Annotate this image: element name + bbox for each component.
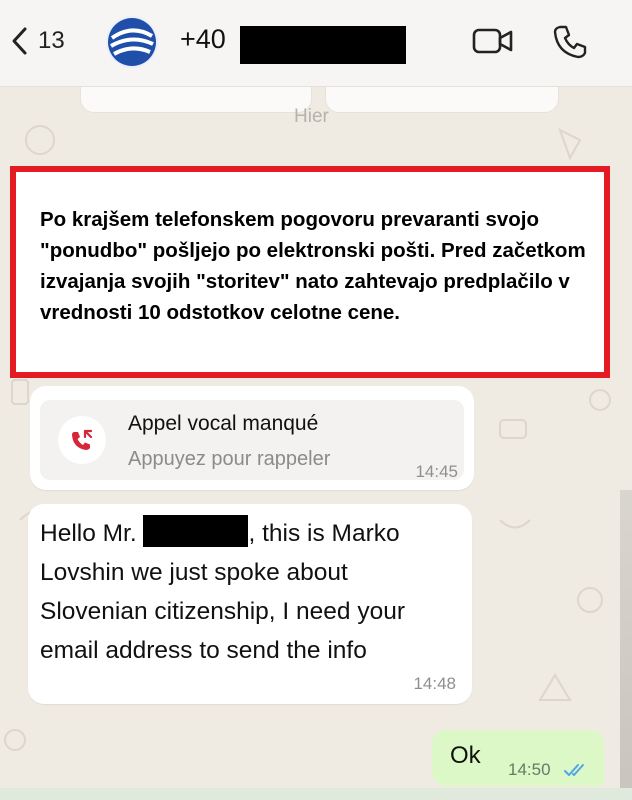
avatar-logo: [108, 18, 156, 66]
message-timestamp: 14:45: [415, 462, 458, 481]
missed-call-title: Appel vocal manqué: [128, 412, 319, 435]
notice-text: Po krajšem telefonskem pogovoru prevaran…: [40, 208, 586, 324]
contact-number[interactable]: +40: [180, 24, 226, 55]
missed-call-icon-wrap: [58, 416, 106, 464]
message-timestamp: 14:50: [508, 760, 551, 779]
phone-icon[interactable]: [552, 24, 588, 60]
video-call-icon[interactable]: [472, 24, 514, 58]
message-timestamp: 14:48: [413, 674, 456, 693]
incoming-message[interactable]: Hello Mr. , this is Marko Lovshin we jus…: [28, 504, 472, 704]
missed-call-subtitle[interactable]: Appuyez pour rappeler: [128, 448, 330, 471]
message-text: Ok: [450, 742, 481, 769]
date-divider: Hier: [294, 106, 329, 127]
warning-notice: Po krajšem telefonskem pogovoru prevaran…: [10, 166, 610, 378]
message-text: Hello Mr. , this is Marko Lovshin we jus…: [40, 514, 460, 670]
unread-count: 13: [38, 27, 65, 54]
bottom-edge: [0, 788, 632, 800]
chat-header: 13 +40: [0, 0, 632, 87]
outgoing-message[interactable]: Ok 14:50: [432, 730, 604, 786]
missed-call-card[interactable]: Appel vocal manqué Appuyez pour rappeler: [40, 400, 464, 480]
contact-avatar[interactable]: [106, 16, 158, 68]
double-check-icon: [564, 764, 584, 776]
partial-button-left[interactable]: [80, 86, 312, 113]
redaction-bar: [240, 26, 406, 64]
message-text-part: Hello Mr.: [40, 520, 137, 547]
back-chevron-icon[interactable]: [10, 26, 28, 56]
redaction-bar: [143, 515, 249, 547]
back-button[interactable]: 13: [10, 26, 65, 56]
partial-button-right[interactable]: [325, 86, 559, 113]
scrollbar[interactable]: [620, 490, 632, 800]
missed-call-icon: [72, 429, 93, 450]
missed-call-message[interactable]: Appel vocal manqué Appuyez pour rappeler…: [30, 386, 474, 490]
